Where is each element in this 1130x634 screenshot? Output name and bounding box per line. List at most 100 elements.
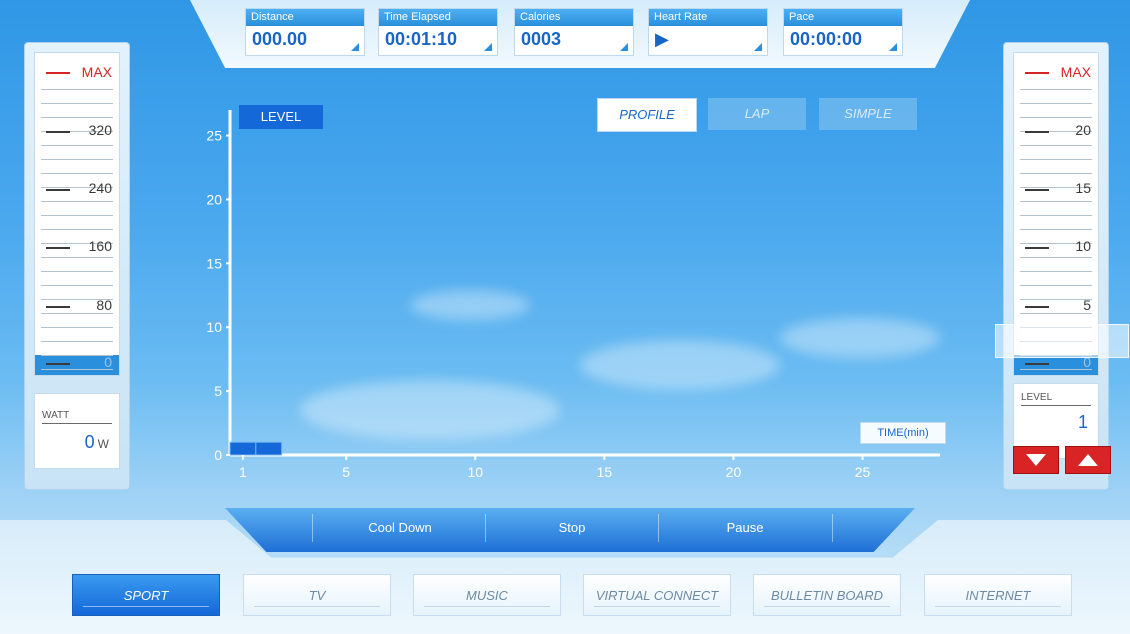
- stat-label: Time Elapsed: [379, 9, 497, 26]
- triangle-up-icon: [1078, 454, 1098, 466]
- scale-major-dash: [46, 189, 70, 191]
- control-separator: [312, 514, 313, 542]
- scale-tick: [1020, 257, 1092, 258]
- scale-tick: [1020, 313, 1092, 314]
- scale-major-dash: [46, 131, 70, 133]
- y-tick-label: 0: [214, 447, 222, 463]
- level-value: 1: [1077, 412, 1088, 432]
- stat-value: ▶: [655, 29, 669, 49]
- stat-value: 0003: [521, 29, 562, 49]
- level-down-button[interactable]: [1013, 446, 1059, 474]
- stat-label: Heart Rate: [649, 9, 767, 26]
- nav-underline: [424, 606, 550, 607]
- level-scale-label: 20: [1075, 122, 1091, 138]
- nav-bulletin-board-button[interactable]: BULLETIN BOARD: [753, 574, 901, 616]
- watt-scale-label: 240: [88, 180, 112, 196]
- mode-simple-button[interactable]: SIMPLE: [819, 98, 917, 130]
- stat-label: Pace: [784, 9, 902, 26]
- scale-tick: [41, 229, 113, 230]
- scale-tick: [1020, 103, 1092, 104]
- nav-music-button[interactable]: MUSIC: [413, 574, 561, 616]
- stat-label: Distance: [246, 9, 364, 26]
- scale-tick: [41, 117, 113, 118]
- stat-value: 00:00:00: [790, 29, 863, 49]
- scale-tick: [41, 145, 113, 146]
- y-tick-label: 5: [214, 383, 222, 399]
- scale-major-dash: [1025, 363, 1049, 365]
- corner-triangle-icon: [889, 43, 897, 51]
- scale-tick: [41, 285, 113, 286]
- nav-label: SPORT: [123, 588, 169, 603]
- stat-pace[interactable]: Pace 00:00:00: [783, 8, 903, 56]
- scale-tick: [1020, 159, 1092, 160]
- nav-underline: [83, 606, 209, 607]
- y-tick-label: 10: [206, 319, 222, 335]
- stat-label: Calories: [515, 9, 633, 26]
- scale-major-dash: [46, 306, 70, 308]
- x-tick-label: 10: [467, 464, 483, 480]
- pause-button[interactable]: Pause: [660, 508, 830, 548]
- watt-scale: MAX 320 240 160 80 0: [34, 52, 120, 376]
- chart-time-tag: TIME(min): [860, 422, 946, 444]
- nav-internet-button[interactable]: INTERNET: [924, 574, 1072, 616]
- watt-label: WATT: [42, 410, 70, 421]
- control-separator: [658, 514, 659, 542]
- watt-scale-label: 160: [88, 238, 112, 254]
- nav-underline: [764, 606, 890, 607]
- nav-tv-button[interactable]: TV: [243, 574, 391, 616]
- scale-tick: [1020, 117, 1092, 118]
- scale-tick: [41, 355, 113, 356]
- watt-unit: W: [97, 437, 109, 451]
- scale-tick: [41, 313, 113, 314]
- stat-calories[interactable]: Calories 0003: [514, 8, 634, 56]
- level-label: LEVEL: [1021, 392, 1053, 403]
- nav-virtual-connect-button[interactable]: VIRTUAL CONNECT: [583, 574, 731, 616]
- scale-major-dash: [1025, 306, 1049, 308]
- scale-tick: [1020, 271, 1092, 272]
- stat-value: 000.00: [252, 29, 308, 49]
- nav-label: VIRTUAL CONNECT: [595, 588, 719, 603]
- corner-triangle-icon: [351, 43, 359, 51]
- stat-value: 00:01:10: [385, 29, 458, 49]
- x-tick-label: 1: [239, 464, 247, 480]
- scale-tick: [41, 369, 113, 370]
- level-scale-label: 5: [1083, 297, 1091, 313]
- scale-tick: [41, 271, 113, 272]
- stop-button[interactable]: Stop: [487, 508, 657, 548]
- scale-tick: [41, 257, 113, 258]
- mode-profile-button[interactable]: PROFILE: [597, 98, 697, 132]
- cool-down-button[interactable]: Cool Down: [315, 508, 485, 548]
- stat-distance[interactable]: Distance 000.00: [245, 8, 365, 56]
- watt-value-display: 0W: [85, 432, 109, 453]
- chart-level-tag: LEVEL: [239, 105, 323, 129]
- level-scale-label: 15: [1075, 180, 1091, 196]
- nav-underline: [254, 606, 380, 607]
- watt-readout: WATT 0W: [34, 393, 120, 469]
- x-tick-label: 25: [855, 464, 871, 480]
- level-bar: [255, 441, 283, 456]
- watt-scale-label: 0: [104, 354, 112, 370]
- divider: [1021, 405, 1091, 406]
- nav-sport-button[interactable]: SPORT: [72, 574, 220, 616]
- level-up-button[interactable]: [1065, 446, 1111, 474]
- scale-tick: [41, 215, 113, 216]
- max-marker: [1025, 72, 1049, 74]
- scale-tick: [41, 159, 113, 160]
- scale-tick: [1020, 229, 1092, 230]
- nav-label: TV: [308, 588, 326, 603]
- level-slider-handle[interactable]: [995, 324, 1129, 358]
- watt-scale-label: 320: [88, 122, 112, 138]
- watt-max-label: MAX: [81, 64, 112, 80]
- scale-tick: [1020, 89, 1092, 90]
- corner-triangle-icon: [754, 43, 762, 51]
- mode-lap-button[interactable]: LAP: [708, 98, 806, 130]
- nav-label: MUSIC: [466, 588, 508, 603]
- scale-major-dash: [46, 247, 70, 249]
- stat-time-elapsed[interactable]: Time Elapsed 00:01:10: [378, 8, 498, 56]
- scale-tick: [41, 327, 113, 328]
- scale-major-dash: [1025, 247, 1049, 249]
- level-panel: MAX 20 15 10 5 0 LEVEL 1: [1003, 42, 1109, 490]
- stat-heart-rate[interactable]: Heart Rate ▶: [648, 8, 768, 56]
- scale-tick: [41, 341, 113, 342]
- scale-major-dash: [46, 363, 70, 365]
